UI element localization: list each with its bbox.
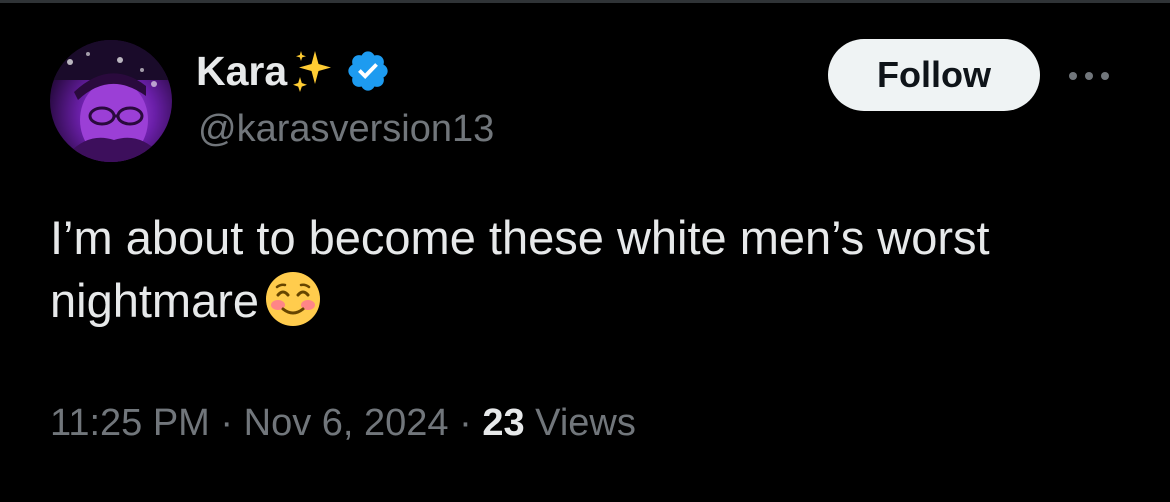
views-label: Views bbox=[535, 402, 636, 444]
author-name-row: Kara bbox=[196, 46, 391, 96]
tweet-text: I’m about to become these white men’s wo… bbox=[50, 211, 990, 327]
meta-separator: · bbox=[459, 402, 472, 444]
tweet-date[interactable]: Nov 6, 2024 bbox=[244, 402, 449, 444]
sparkles-icon bbox=[293, 51, 332, 92]
smiling-face-with-smiling-eyes-icon bbox=[266, 272, 320, 326]
verified-badge-icon[interactable] bbox=[345, 48, 391, 94]
user-handle[interactable]: @karasversion13 bbox=[198, 104, 494, 154]
avatar[interactable] bbox=[50, 40, 172, 162]
tweet-text-block: I’m about to become these white men’s wo… bbox=[50, 206, 1140, 332]
views-count[interactable]: 23 bbox=[482, 402, 524, 444]
tweet-meta: 11:25 PM · Nov 6, 2024 · 23 Views bbox=[50, 398, 636, 448]
follow-button[interactable]: Follow bbox=[828, 39, 1040, 111]
tweet-time[interactable]: 11:25 PM bbox=[50, 402, 210, 444]
display-name[interactable]: Kara bbox=[196, 46, 287, 96]
more-horizontal-icon[interactable] bbox=[1064, 62, 1114, 90]
meta-separator: · bbox=[220, 402, 234, 444]
top-divider bbox=[0, 0, 1170, 3]
